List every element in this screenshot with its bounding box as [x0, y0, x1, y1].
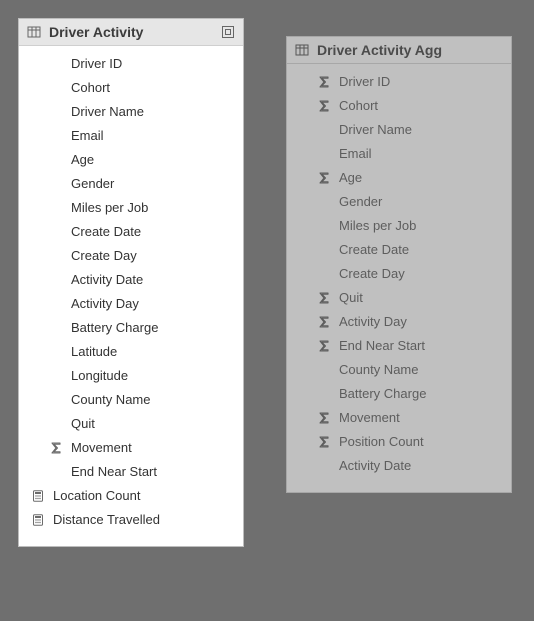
field-row[interactable]: Miles per Job — [297, 214, 501, 238]
field-row[interactable]: Activity Date — [297, 454, 501, 478]
sigma-icon — [315, 340, 333, 352]
field-row[interactable]: Driver Name — [29, 100, 233, 124]
sigma-icon — [315, 76, 333, 88]
field-label: Quit — [65, 412, 95, 436]
field-label: Create Date — [333, 238, 409, 262]
sigma-icon — [315, 172, 333, 184]
table-panel-driver-activity-agg[interactable]: Driver Activity Agg Driver IDCohortDrive… — [286, 36, 512, 493]
field-row[interactable]: Gender — [297, 190, 501, 214]
field-label: Create Date — [65, 220, 141, 244]
sigma-icon — [47, 442, 65, 454]
field-row[interactable]: Movement — [297, 406, 501, 430]
field-label: Miles per Job — [333, 214, 416, 238]
field-label: Latitude — [65, 340, 117, 364]
field-row[interactable]: County Name — [297, 358, 501, 382]
field-row[interactable]: Quit — [297, 286, 501, 310]
field-row[interactable]: Age — [297, 166, 501, 190]
field-label: Driver ID — [333, 70, 390, 94]
field-row[interactable]: Movement — [29, 436, 233, 460]
field-row[interactable]: County Name — [29, 388, 233, 412]
field-row[interactable]: Activity Day — [297, 310, 501, 334]
field-row[interactable]: Create Date — [29, 220, 233, 244]
field-row[interactable]: Battery Charge — [29, 316, 233, 340]
field-row[interactable]: Create Day — [29, 244, 233, 268]
field-label: Activity Day — [65, 292, 139, 316]
field-label: County Name — [333, 358, 418, 382]
sigma-icon — [315, 100, 333, 112]
sigma-icon — [315, 436, 333, 448]
field-row[interactable]: Distance Travelled — [29, 508, 233, 532]
panel-title: Driver Activity Agg — [317, 42, 503, 58]
field-row[interactable]: Location Count — [29, 484, 233, 508]
field-label: Location Count — [47, 484, 140, 508]
field-label: Cohort — [333, 94, 378, 118]
field-label: Create Day — [333, 262, 405, 286]
table-panel-driver-activity[interactable]: Driver Activity Driver IDCohortDriver Na… — [18, 18, 244, 547]
panel-title: Driver Activity — [49, 24, 215, 40]
sigma-icon — [315, 316, 333, 328]
field-label: Movement — [65, 436, 132, 460]
field-row[interactable]: Driver ID — [297, 70, 501, 94]
field-label: Miles per Job — [65, 196, 148, 220]
field-row[interactable]: Gender — [29, 172, 233, 196]
field-row[interactable]: End Near Start — [297, 334, 501, 358]
field-row[interactable]: Activity Day — [29, 292, 233, 316]
calculator-icon — [29, 490, 47, 502]
field-label: Driver Name — [333, 118, 412, 142]
field-label: Movement — [333, 406, 400, 430]
field-label: Quit — [333, 286, 363, 310]
field-label: Activity Date — [333, 454, 411, 478]
field-label: Position Count — [333, 430, 424, 454]
panel-header[interactable]: Driver Activity Agg — [287, 37, 511, 64]
field-label: Driver Name — [65, 100, 144, 124]
field-row[interactable]: Activity Date — [29, 268, 233, 292]
field-row[interactable]: End Near Start — [29, 460, 233, 484]
field-row[interactable]: Latitude — [29, 340, 233, 364]
group-icon — [221, 25, 235, 39]
field-row[interactable]: Quit — [29, 412, 233, 436]
field-row[interactable]: Driver Name — [297, 118, 501, 142]
field-row[interactable]: Battery Charge — [297, 382, 501, 406]
field-label: Distance Travelled — [47, 508, 160, 532]
field-label: County Name — [65, 388, 150, 412]
field-label: Battery Charge — [65, 316, 158, 340]
field-row[interactable]: Driver ID — [29, 52, 233, 76]
field-label: Activity Day — [333, 310, 407, 334]
sigma-icon — [315, 412, 333, 424]
field-label: Age — [333, 166, 362, 190]
field-row[interactable]: Age — [29, 148, 233, 172]
field-label: End Near Start — [333, 334, 425, 358]
table-icon — [295, 43, 309, 57]
field-label: Email — [333, 142, 372, 166]
panel-header[interactable]: Driver Activity — [19, 19, 243, 46]
field-row[interactable]: Cohort — [297, 94, 501, 118]
field-row[interactable]: Create Date — [297, 238, 501, 262]
field-row[interactable]: Cohort — [29, 76, 233, 100]
field-label: Gender — [65, 172, 114, 196]
field-list: Driver IDCohortDriver NameEmailAgeGender… — [19, 46, 243, 546]
field-row[interactable]: Longitude — [29, 364, 233, 388]
field-label: Email — [65, 124, 104, 148]
field-label: Longitude — [65, 364, 128, 388]
field-label: Battery Charge — [333, 382, 426, 406]
field-row[interactable]: Position Count — [297, 430, 501, 454]
field-label: Gender — [333, 190, 382, 214]
field-label: Age — [65, 148, 94, 172]
field-row[interactable]: Create Day — [297, 262, 501, 286]
field-row[interactable]: Email — [29, 124, 233, 148]
model-canvas: Driver Activity Driver IDCohortDriver Na… — [18, 18, 516, 547]
field-row[interactable]: Miles per Job — [29, 196, 233, 220]
calculator-icon — [29, 514, 47, 526]
field-label: Activity Date — [65, 268, 143, 292]
field-label: Driver ID — [65, 52, 122, 76]
field-label: Cohort — [65, 76, 110, 100]
field-label: End Near Start — [65, 460, 157, 484]
table-icon — [27, 25, 41, 39]
field-row[interactable]: Email — [297, 142, 501, 166]
sigma-icon — [315, 292, 333, 304]
field-label: Create Day — [65, 244, 137, 268]
field-list: Driver IDCohortDriver NameEmailAgeGender… — [287, 64, 511, 492]
